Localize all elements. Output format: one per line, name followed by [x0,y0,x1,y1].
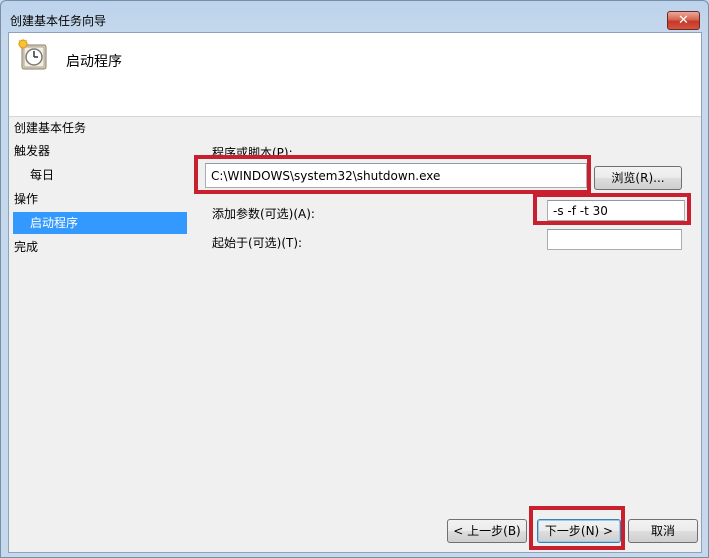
nav-step-finish[interactable]: 完成 [14,236,184,258]
nav-step-label: 创建基本任务 [14,121,87,135]
back-button[interactable]: < 上一步(B) [447,519,527,543]
nav-step-label: 操作 [14,192,39,206]
wizard-steps-nav: 创建基本任务 触发器 每日 操作 启动程序 完成 [9,117,189,417]
nav-step-start-program[interactable]: 启动程序 [13,212,187,234]
nav-step-action[interactable]: 操作 [14,188,184,210]
next-button[interactable]: 下一步(N) > [537,519,621,543]
browse-button[interactable]: 浏览(R)... [594,166,682,190]
nav-step-label: 完成 [14,240,39,254]
task-scheduler-clock-icon [18,39,47,70]
window-title: 创建基本任务向导 [10,14,107,28]
wizard-client-area: 启动程序 创建基本任务 触发器 每日 操作 启动程序 完成 程序或脚本(P): [8,32,702,553]
start-in-label: 起始于(可选)(T): [212,236,303,250]
program-path-input[interactable] [205,163,587,188]
nav-step-trigger[interactable]: 触发器 [14,140,184,162]
start-in-input[interactable] [547,229,682,250]
nav-step-daily[interactable]: 每日 [30,164,184,186]
arguments-label: 添加参数(可选)(A): [212,207,315,221]
nav-step-label: 每日 [30,168,55,182]
close-icon: ✕ [678,13,689,28]
program-label: 程序或脚本(P): [212,146,293,160]
nav-step-create-basic-task[interactable]: 创建基本任务 [14,117,184,139]
page-title: 启动程序 [66,54,122,70]
arguments-input[interactable] [547,200,685,221]
wizard-window: 创建基本任务向导 ✕ 启动程序 创建基本任务 触发器 每日 操作 启动程序 完成… [0,0,709,558]
title-bar[interactable]: 创建基本任务向导 ✕ [1,1,708,33]
close-button[interactable]: ✕ [667,11,700,30]
nav-step-label: 触发器 [14,144,51,158]
wizard-header: 启动程序 [9,33,701,117]
cancel-button[interactable]: 取消 [628,519,698,543]
nav-step-label: 启动程序 [30,216,79,230]
